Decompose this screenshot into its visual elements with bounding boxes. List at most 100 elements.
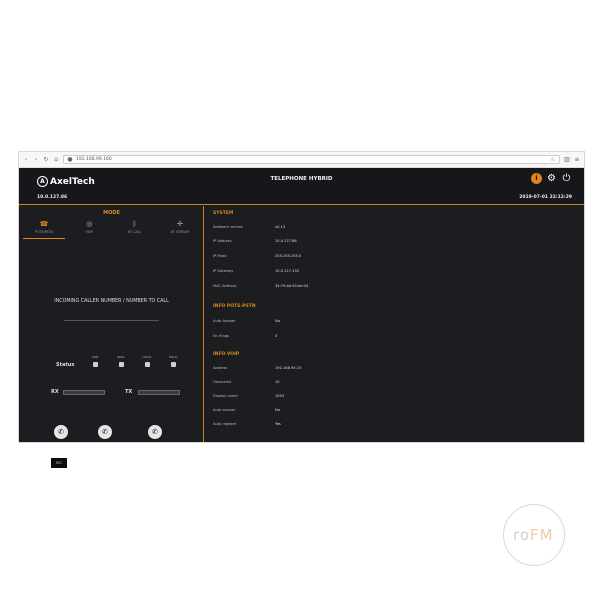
info-value: 10.0.127.86	[275, 239, 297, 243]
info-value: 10	[275, 380, 280, 384]
info-value: No	[275, 408, 280, 412]
info-row: MAC Address 34:79:a0:45:ee:34	[213, 284, 308, 288]
browser-toolbar: ‹ › ↻ ⌂ ● 192.168.99.160 ☆ ▥ ≡	[19, 152, 584, 168]
rx-level-meter	[63, 390, 105, 395]
phone-call-icon: ✆	[58, 428, 64, 436]
led-indicator	[118, 362, 124, 367]
address-bar[interactable]: ● 192.168.99.160 ☆	[63, 155, 560, 164]
info-value: 3	[275, 334, 278, 338]
tab-label: BT STREAM	[170, 230, 190, 234]
info-row: Auto register Yes	[213, 422, 281, 426]
tab-label: VOIP	[85, 230, 94, 234]
info-row: IP Address 10.0.127.86	[213, 239, 297, 243]
pots-section-title: INFO POTS-PSTN	[213, 304, 256, 309]
tab-pots-pstn[interactable]: ☎ POTS/PSTN	[23, 220, 65, 239]
logout-icon[interactable]: ⏻	[561, 173, 572, 184]
incoming-caller-number[interactable]: INCOMING CALLER NUMBER / NUMBER TO CALL	[19, 299, 204, 304]
star-icon[interactable]: ☆	[550, 156, 556, 163]
info-value: Yes	[275, 422, 281, 426]
tx-label: TX	[125, 389, 133, 395]
back-icon[interactable]: ‹	[23, 156, 29, 163]
info-key: MAC Address	[213, 284, 237, 288]
info-value: 10.0.127.130	[275, 269, 300, 273]
info-key: IP Gateway	[213, 269, 234, 273]
forward-icon[interactable]: ›	[33, 156, 39, 163]
info-key: Auto answer	[213, 408, 236, 412]
led-label: LINE	[91, 355, 99, 359]
tab-label: POTS/PSTN	[35, 230, 53, 234]
phone-hold-icon: ✆	[152, 428, 158, 436]
url-text: 192.168.99.160	[76, 157, 112, 162]
menu-icon[interactable]: ≡	[574, 156, 580, 163]
date-time: 2019-07-01 22:12:29	[519, 195, 572, 200]
bluetooth-icon: ᛒ	[132, 220, 137, 228]
tab-bt-call[interactable]: ᛒ BT CALL	[114, 220, 156, 239]
tab-bt-stream[interactable]: ✢ BT STREAM	[159, 220, 201, 239]
info-value: 34:79:a0:45:ee:34	[275, 284, 309, 288]
info-row: Display name 1003	[213, 394, 284, 398]
info-key: IP Mask	[213, 254, 227, 258]
led-indicator	[170, 362, 176, 367]
home-icon[interactable]: ⌂	[53, 156, 59, 163]
library-icon[interactable]: ▥	[564, 156, 570, 163]
info-key: Address	[213, 366, 228, 370]
led-hook: HOOK	[141, 355, 153, 367]
stream-icon: ✢	[177, 220, 183, 228]
reload-icon[interactable]: ↻	[43, 156, 49, 163]
hang-up-button[interactable]: ✆	[98, 425, 112, 439]
system-section-title: SYSTEM	[213, 211, 234, 216]
device-ip: 10.0.127.86	[37, 195, 68, 200]
info-key: Username	[213, 380, 232, 384]
led-hold: HOLD	[167, 355, 179, 367]
led-indicator	[144, 362, 150, 367]
rx-label: RX	[51, 389, 59, 395]
control-panel: MODE ☎ POTS/PSTN ◎ VOIP ᛒ BT CALL ✢ BT S…	[19, 206, 204, 468]
info-key: Display name	[213, 394, 238, 398]
led-indicator	[92, 362, 98, 367]
info-key: Nr. Rings	[213, 334, 230, 338]
info-value: v0.13	[275, 225, 286, 229]
watermark-text-a: ro	[513, 526, 531, 544]
app-window: A AxelTech 10.0.127.86 TELEPHONE HYBRID …	[19, 168, 584, 468]
led-ring: RING	[115, 355, 127, 367]
tab-label: BT CALL	[128, 230, 142, 234]
gear-icon[interactable]: ⚙	[546, 173, 557, 184]
info-panel: SYSTEM Software version v0.13 IP Address 1…	[205, 206, 584, 442]
info-key: Auto Answer	[213, 319, 236, 323]
divider	[64, 320, 159, 321]
led-label: HOOK	[142, 355, 152, 359]
info-row: Software version v0.13	[213, 225, 285, 229]
watermark-text-b: FM	[530, 526, 554, 544]
info-value: 1003	[275, 394, 285, 398]
top-icons: i ⚙ ⏻	[531, 173, 572, 184]
info-key: Auto register	[213, 422, 237, 426]
phone-icon: ☎	[39, 220, 49, 228]
status-label: Status	[56, 362, 75, 368]
status-leds: LINE RING HOOK HOLD	[89, 355, 179, 367]
watermark-text: roFM	[513, 526, 554, 544]
voip-icon: ◎	[86, 220, 93, 228]
hold-button[interactable]: ✆	[148, 425, 162, 439]
led-label: RING	[117, 355, 125, 359]
info-row: IP Mask 255.255.255.0	[213, 254, 301, 258]
lock-icon: ●	[67, 155, 73, 163]
profm-watermark: roFM	[503, 504, 585, 574]
info-value: No	[275, 319, 280, 323]
rec-button[interactable]: REC	[51, 458, 67, 468]
tab-voip[interactable]: ◎ VOIP	[68, 220, 110, 239]
info-row: Auto answer No	[213, 408, 280, 412]
info-row: IP Gateway 10.0.127.130	[213, 269, 299, 273]
info-row: Nr. Rings 3	[213, 334, 277, 338]
info-key: IP Address	[213, 239, 232, 243]
led-label: HOLD	[168, 355, 178, 359]
tx-level-meter	[138, 390, 180, 395]
info-value: 255.255.255.0	[275, 254, 302, 258]
voip-section-title: INFO VOIP	[213, 352, 240, 357]
info-row: Address 192.168.94.15	[213, 366, 301, 370]
call-button[interactable]: ✆	[54, 425, 68, 439]
mode-tabs: ☎ POTS/PSTN ◎ VOIP ᛒ BT CALL ✢ BT STREAM	[23, 220, 201, 239]
info-key: Software version	[213, 225, 244, 229]
info-icon[interactable]: i	[531, 173, 542, 184]
mode-title: MODE	[103, 210, 120, 216]
top-bar: A AxelTech 10.0.127.86 TELEPHONE HYBRID …	[19, 168, 584, 205]
